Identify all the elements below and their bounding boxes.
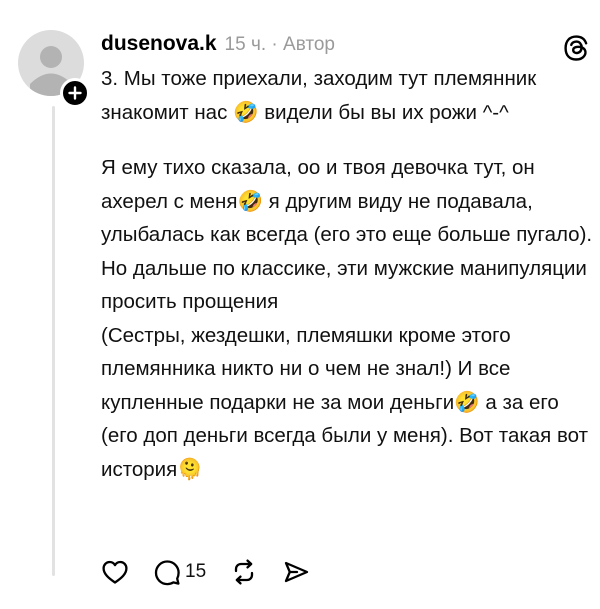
post-paragraph-1: 3. Мы тоже приехали, заходим тут племянн… — [101, 67, 537, 124]
like-button[interactable] — [101, 559, 129, 585]
reply-button[interactable]: 15 — [153, 558, 206, 586]
author-label: Автор — [283, 34, 336, 55]
repost-icon — [234, 559, 254, 585]
plus-icon — [68, 86, 82, 100]
avatar-container[interactable] — [18, 30, 90, 108]
post-paragraph-3: (Сестры, жездешки, племяшки кроме этого … — [101, 323, 588, 481]
post-content: 3. Мы тоже приехали, заходим тут племянн… — [101, 62, 593, 486]
follow-plus-button[interactable] — [60, 78, 90, 108]
username[interactable]: dusenova.k — [101, 32, 217, 56]
post-actions: 15 — [101, 556, 334, 588]
share-icon — [284, 561, 309, 583]
reply-count: 15 — [185, 561, 207, 582]
post-paragraph-2: Я ему тихо сказала, оо и твоя девочка ту… — [101, 156, 593, 313]
heart-icon — [102, 560, 128, 584]
share-button[interactable] — [282, 558, 310, 586]
comment-icon — [154, 560, 180, 586]
post-time: 15 ч. — [224, 34, 267, 55]
thread-line — [52, 106, 55, 576]
post-meta: 15 ч. · Автор — [225, 34, 335, 56]
repost-button[interactable] — [230, 558, 258, 586]
post-header: dusenova.k 15 ч. · Автор — [101, 32, 335, 60]
threads-logo-icon[interactable] — [561, 33, 591, 63]
meta-separator: · — [271, 34, 278, 55]
